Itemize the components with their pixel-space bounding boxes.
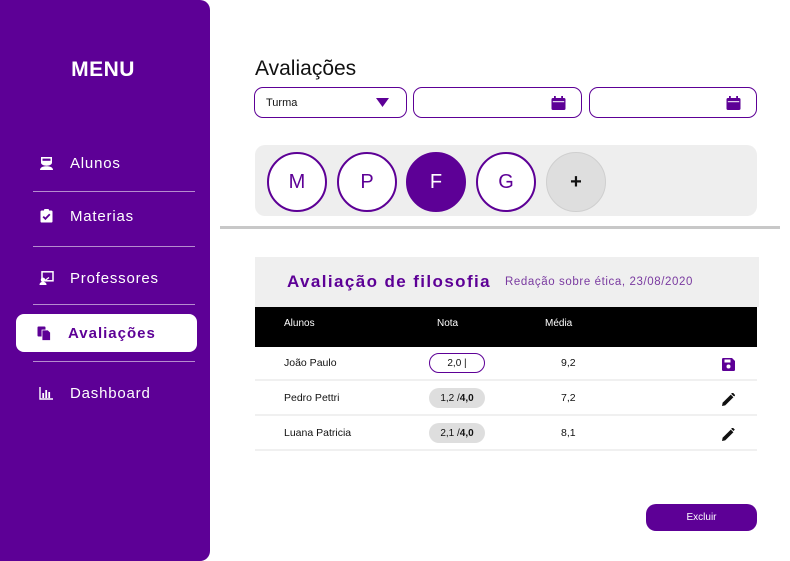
sidebar-item-professores[interactable]: Professores: [18, 259, 195, 297]
calendar-icon[interactable]: [551, 95, 566, 110]
sidebar-item-materias[interactable]: Materias: [18, 197, 195, 235]
subject-button-m[interactable]: M: [267, 152, 327, 212]
menu-title: MENU: [71, 58, 135, 81]
student-name: João Paulo: [284, 357, 337, 369]
grades-table-header: Alunos Nota Média: [255, 307, 757, 347]
clipboard-check-icon: [36, 208, 56, 224]
delete-button[interactable]: Excluir: [646, 504, 757, 531]
bar-chart-icon: [36, 385, 56, 401]
caret-down-icon: [376, 94, 389, 112]
grade-value: 2,1 /: [440, 427, 460, 439]
grade-value: 2,0 |: [447, 357, 467, 369]
sidebar-item-alunos[interactable]: Alunos: [18, 144, 195, 182]
save-icon[interactable]: [720, 356, 736, 372]
nav-divider: [33, 361, 195, 362]
sidebar-item-label: Alunos: [70, 154, 121, 172]
calendar-icon[interactable]: [726, 95, 741, 110]
table-row: Pedro Pettri 1,2 / 4,0 7,2: [255, 382, 757, 416]
column-header-students: Alunos: [284, 318, 315, 329]
nav-divider: [33, 191, 195, 192]
sidebar-item-label: Professores: [70, 269, 159, 287]
column-header-average: Média: [545, 318, 573, 329]
sidebar-item-avaliacoes[interactable]: Avaliações: [16, 314, 197, 352]
student-name: Luana Patricia: [284, 427, 352, 439]
table-row: Luana Patricia 2,1 / 4,0 8,1: [255, 417, 757, 451]
turma-select[interactable]: Turma: [254, 87, 407, 118]
nav-divider: [33, 246, 195, 247]
teacher-icon: [36, 270, 56, 286]
sidebar-item-label: Dashboard: [70, 384, 151, 402]
documents-icon: [34, 325, 54, 341]
student-icon: [36, 155, 56, 171]
grade-input[interactable]: 2,0 |: [429, 353, 485, 373]
end-date-field[interactable]: [589, 87, 757, 118]
student-average: 9,2: [561, 357, 576, 369]
column-header-grade: Nota: [437, 318, 459, 329]
pencil-icon[interactable]: [720, 426, 736, 442]
assessment-subtitle: Redação sobre ética, 23/08/2020: [505, 276, 694, 288]
sidebar: MENU Alunos Materias Professores Avaliaç…: [0, 0, 210, 561]
section-divider: [220, 226, 780, 229]
pencil-icon[interactable]: [720, 391, 736, 407]
add-subject-button[interactable]: +: [546, 152, 606, 212]
subject-button-g[interactable]: G: [476, 152, 536, 212]
student-name: Pedro Pettri: [284, 392, 340, 404]
sidebar-item-label: Avaliações: [68, 324, 156, 342]
subject-selector: M P F G +: [255, 145, 757, 216]
page-title: Avaliações: [255, 57, 357, 80]
grade-field[interactable]: 2,1 / 4,0: [429, 423, 485, 443]
start-date-field[interactable]: [413, 87, 582, 118]
subject-button-f[interactable]: F: [406, 152, 466, 212]
sidebar-item-label: Materias: [70, 207, 134, 225]
student-average: 8,1: [561, 427, 576, 439]
nav-divider: [33, 304, 195, 305]
grade-max: 4,0: [459, 427, 474, 439]
assessment-title: Avaliação de filosofia: [287, 272, 492, 291]
turma-select-value: Turma: [266, 96, 298, 109]
grade-field[interactable]: 1,2 / 4,0: [429, 388, 485, 408]
table-row: João Paulo 2,0 | 9,2: [255, 347, 757, 381]
student-average: 7,2: [561, 392, 576, 404]
assessment-header: Avaliação de filosofia Redação sobre éti…: [255, 257, 759, 307]
grade-max: 4,0: [459, 392, 474, 404]
subject-button-p[interactable]: P: [337, 152, 397, 212]
sidebar-item-dashboard[interactable]: Dashboard: [18, 374, 195, 412]
grade-value: 1,2 /: [440, 392, 460, 404]
